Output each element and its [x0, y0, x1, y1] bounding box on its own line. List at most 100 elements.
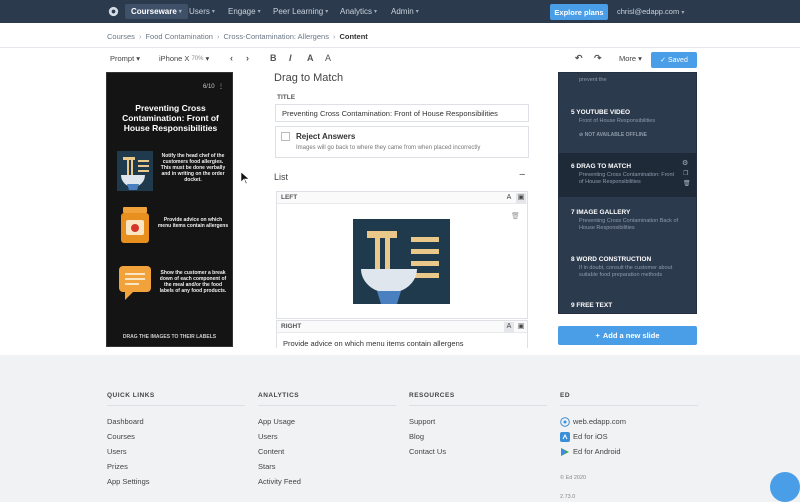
footer-link[interactable]: Users — [107, 444, 245, 459]
explore-plans-button[interactable]: Explore plans — [550, 4, 608, 20]
italic-icon[interactable]: I — [289, 53, 292, 63]
footer-link[interactable]: App Settings — [107, 474, 245, 489]
device-dropdown[interactable]: iPhone X 70% ▾ — [159, 54, 209, 63]
font-color-icon[interactable]: A — [325, 53, 331, 63]
gear-logo-icon[interactable] — [107, 5, 120, 18]
trash-icon[interactable]: 🗑 — [511, 212, 520, 220]
footer-link[interactable]: Activity Feed — [258, 474, 396, 489]
breadcrumb: Courses › Food Contamination › Cross-Con… — [107, 32, 368, 41]
footer-link[interactable]: Blog — [409, 429, 547, 444]
breadcrumb-bar: Courses › Food Contamination › Cross-Con… — [0, 23, 800, 48]
add-slide-button[interactable]: + Add a new slide — [558, 326, 697, 345]
image-mode-icon[interactable]: ▣ — [516, 322, 526, 332]
footer-link-android[interactable]: Ed for Android — [560, 444, 698, 459]
title-label: TITLE — [277, 94, 296, 101]
slide-item[interactable]: 8 WORD CONSTRUCTION If in doubt, consult… — [559, 247, 696, 297]
app-store-icon — [560, 431, 570, 442]
chevron-down-icon: ▾ — [257, 9, 261, 15]
footer-heading: QUICK LINKS — [107, 392, 245, 406]
bowl-chopsticks-image[interactable] — [353, 219, 450, 304]
footer-link[interactable]: Stars — [258, 459, 396, 474]
footer-heading: RESOURCES — [409, 392, 547, 406]
slide-list: prevent the 5 YOUTUBE VIDEO Front of Hou… — [558, 72, 697, 314]
nav-analytics[interactable]: Analytics ▾ — [340, 7, 377, 16]
more-dropdown[interactable]: More ▾ — [619, 54, 642, 63]
chevron-down-icon: ▾ — [136, 54, 140, 63]
chevron-right-icon[interactable]: › — [246, 53, 249, 63]
footer-link[interactable]: Contact Us — [409, 444, 547, 459]
mouse-cursor-icon — [241, 172, 249, 184]
text-mode-icon[interactable]: A — [504, 193, 514, 203]
preview-title: Preventing Cross Contamination: Front of… — [122, 103, 219, 133]
play-store-icon — [561, 447, 569, 456]
breadcrumb-lesson[interactable]: Cross-Contamination: Allergens — [223, 32, 328, 41]
left-label: LEFT — [281, 194, 298, 201]
slide-item[interactable]: 5 YOUTUBE VIDEO Front of House Responsib… — [559, 99, 696, 159]
left-card-header: LEFT A ▣ — [277, 192, 527, 204]
prompt-dropdown[interactable]: Prompt ▾ — [110, 54, 140, 63]
chevron-left-icon[interactable]: ‹ — [230, 53, 233, 63]
saved-button[interactable]: ✓ Saved — [651, 52, 697, 68]
footer-quick-links: QUICK LINKS Dashboard Courses Users Priz… — [107, 392, 245, 489]
slide-item[interactable]: prevent the — [559, 73, 696, 91]
chat-bubble-icon[interactable] — [770, 472, 800, 502]
footer-link[interactable]: Prizes — [107, 459, 245, 474]
phone-preview[interactable]: 6/10 ⋮ Preventing Cross Contamination: F… — [106, 72, 233, 347]
breadcrumb-courses[interactable]: Courses — [107, 32, 135, 41]
footer-link-web[interactable]: web.edapp.com — [560, 414, 698, 429]
copy-icon[interactable]: ❐ — [683, 170, 688, 177]
slide-item[interactable]: 7 IMAGE GALLERY Preventing Cross Contami… — [559, 199, 696, 247]
breadcrumb-content: Content — [339, 32, 368, 41]
chevron-down-icon: ▾ — [211, 9, 215, 15]
footer-resources: RESOURCES Support Blog Contact Us — [409, 392, 547, 459]
plus-icon: + — [595, 331, 600, 340]
reject-answers-label: Reject Answers — [296, 132, 356, 141]
footer-link[interactable]: Users — [258, 429, 396, 444]
text-mode-icon[interactable]: A — [504, 322, 514, 332]
right-card-header: RIGHT A ▣ — [277, 321, 527, 333]
nav-courseware[interactable]: Courseware ▾ — [125, 4, 188, 19]
chevron-right-icon: › — [216, 32, 220, 41]
version: 2.73.0 — [560, 494, 576, 500]
right-label: RIGHT — [281, 323, 302, 330]
nav-peer-learning[interactable]: Peer Learning ▾ — [273, 7, 328, 16]
footer-analytics: ANALYTICS App Usage Users Content Stars … — [258, 392, 396, 489]
chevron-down-icon: ▾ — [415, 9, 419, 15]
undo-icon[interactable]: ↶ — [575, 53, 583, 64]
chevron-down-icon: ▾ — [374, 9, 378, 15]
footer-heading: ANALYTICS — [258, 392, 396, 406]
bold-icon[interactable]: B — [270, 53, 277, 63]
user-menu[interactable]: chrisl@edapp.com ▾ — [617, 7, 684, 16]
nav-engage[interactable]: Engage ▾ — [228, 7, 261, 16]
slide-item[interactable]: 9 FREE TEXT — [559, 293, 696, 313]
breadcrumb-food-contamination[interactable]: Food Contamination — [145, 32, 213, 41]
footer-link[interactable]: Courses — [107, 429, 245, 444]
slide-item-selected[interactable]: 6 DRAG TO MATCH Preventing Cross Contami… — [559, 153, 696, 197]
right-card: RIGHT A ▣ Provide advice on which menu i… — [276, 320, 528, 348]
footer-link[interactable]: Content — [258, 444, 396, 459]
left-card: LEFT A ▣ 🗑 — [276, 191, 528, 319]
footer-link[interactable]: Dashboard — [107, 414, 245, 429]
image-mode-icon[interactable]: ▣ — [516, 193, 526, 203]
title-input[interactable]: Preventing Cross Contamination: Front of… — [275, 104, 529, 122]
right-text-input[interactable]: Provide advice on which menu items conta… — [283, 339, 464, 349]
footer-heading: ED — [560, 392, 698, 406]
chevron-down-icon: ▾ — [205, 54, 210, 63]
slide-type-heading: Drag to Match — [274, 72, 344, 84]
footer-link-ios[interactable]: Ed for iOS — [560, 429, 698, 444]
chevron-right-icon: › — [138, 32, 142, 41]
footer-link[interactable]: App Usage — [258, 414, 396, 429]
nav-users[interactable]: Users ▾ — [189, 7, 215, 16]
reject-answers-box — [275, 126, 529, 158]
reject-answers-checkbox[interactable] — [281, 132, 290, 141]
font-size-icon[interactable]: A — [307, 53, 314, 63]
footer-link[interactable]: Support — [409, 414, 547, 429]
redo-icon[interactable]: ↷ — [594, 53, 602, 64]
settings-icon[interactable]: ⚙ — [682, 159, 688, 167]
slide-counter: 6/10 ⋮ — [202, 84, 224, 90]
copyright: © Ed 2020 — [560, 475, 587, 481]
nav-admin[interactable]: Admin ▾ — [391, 7, 419, 16]
collapse-icon[interactable]: − — [519, 169, 525, 181]
trash-icon[interactable]: 🗑 — [683, 180, 691, 187]
chevron-down-icon: ▾ — [178, 9, 182, 15]
